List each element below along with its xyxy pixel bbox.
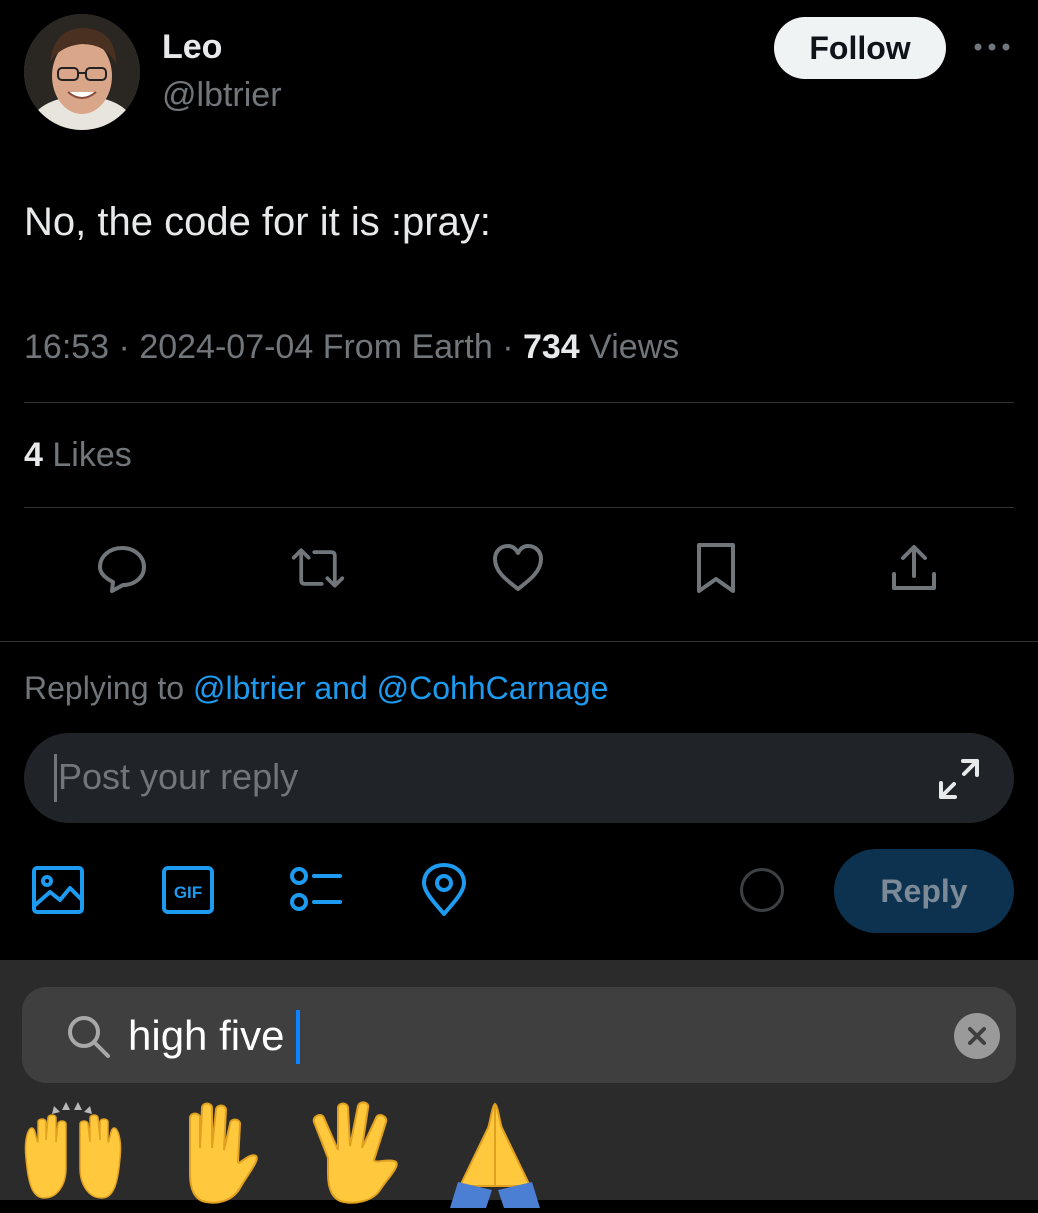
like-icon[interactable] [490,538,546,598]
likes-count: 4 [24,436,43,474]
tweet-text: No, the code for it is :pray: [24,200,491,244]
clear-icon[interactable] [954,1013,1000,1059]
reply-placeholder: Post your reply [58,756,299,797]
bookmark-icon[interactable] [688,538,744,598]
avatar[interactable] [24,14,140,130]
mention-joiner[interactable]: and [314,670,367,706]
divider [24,402,1014,403]
raising-hands-emoji[interactable] [18,1098,128,1208]
views-label: Views [589,328,680,366]
gif-label: GIF [174,883,202,902]
reply-icon[interactable] [94,538,150,598]
hand-with-fingers-splayed-emoji[interactable] [300,1098,410,1208]
emoji-search-query: high five [128,1012,285,1059]
divider [0,641,1038,642]
location-icon[interactable] [416,862,472,918]
tweet-time[interactable]: 16:53 [24,328,109,366]
raised-hand-emoji[interactable] [160,1098,270,1208]
image-icon[interactable] [30,862,86,918]
author-handle[interactable]: @lbtrier [162,76,282,115]
replying-to: Replying to @lbtrier and @CohhCarnage [24,670,608,707]
gif-icon[interactable]: GIF [160,862,216,918]
likes-label: Likes [52,436,132,474]
folded-hands-emoji[interactable] [440,1098,550,1208]
tweet-source: From Earth [322,328,493,366]
poll-icon[interactable] [288,862,344,918]
mention-lbtrier[interactable]: @lbtrier [193,670,306,706]
reply-button[interactable]: Reply [834,849,1014,933]
views-count: 734 [522,328,580,366]
text-caret [296,1010,300,1064]
follow-button[interactable]: Follow [774,17,946,79]
search-icon [64,1012,112,1060]
likes-link[interactable]: 4 Likes [24,436,132,475]
character-counter [740,868,784,912]
expand-icon[interactable] [936,756,982,802]
replying-prefix: Replying to [24,670,185,706]
retweet-icon[interactable] [290,538,346,598]
tweet-date[interactable]: 2024-07-04 [139,328,313,366]
author-name[interactable]: Leo [162,28,222,67]
more-options-icon[interactable] [972,30,1012,60]
share-icon[interactable] [886,538,942,598]
mention-cohhcarnage[interactable]: @CohhCarnage [377,670,609,706]
divider [24,507,1014,508]
tweet-meta: 16:53 · 2024-07-04 From Earth · 734 View… [24,328,680,366]
text-caret [54,754,57,802]
